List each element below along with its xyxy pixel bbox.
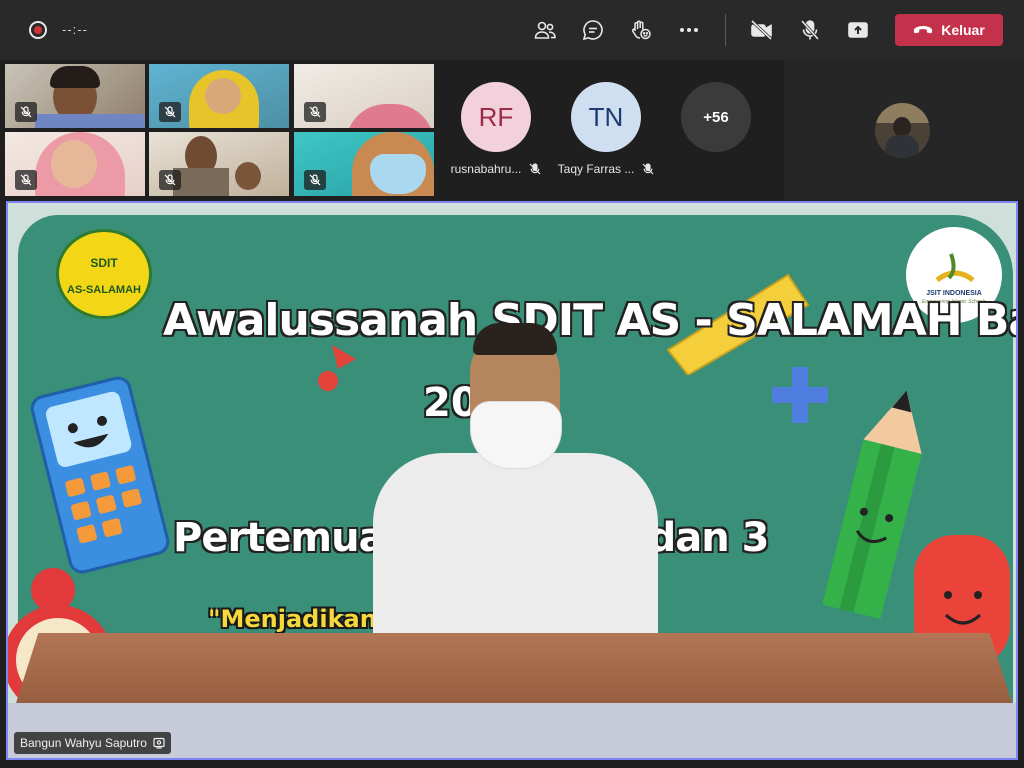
meeting-toolbar: --:-- Keluar — [0, 0, 1024, 60]
more-options-icon[interactable] — [675, 16, 703, 44]
avatar: RF — [461, 82, 531, 152]
chat-icon[interactable] — [579, 16, 607, 44]
participant-video-tile[interactable] — [294, 64, 434, 128]
presenter-hair — [473, 323, 557, 355]
muted-mic-icon — [304, 102, 326, 122]
participant-avatar-tile[interactable]: TN Taqy Farras ... — [551, 82, 661, 176]
participant-name: rusnabahru... — [450, 162, 522, 176]
calculator-doodle-icon — [30, 376, 170, 574]
presenting-icon — [153, 737, 165, 749]
self-view-panel — [784, 60, 1024, 200]
camera-off-icon[interactable] — [748, 16, 776, 44]
participant-video-tile[interactable] — [5, 132, 145, 196]
participants-icon[interactable] — [531, 16, 559, 44]
jsit-emblem-icon — [935, 253, 975, 283]
presenter-name-tag: Bangun Wahyu Saputro — [14, 732, 171, 754]
muted-mic-icon — [159, 170, 181, 190]
main-video-stage[interactable]: SDIT AS-SALAMAH JSIT INDONESIA Empowerin… — [6, 201, 1018, 760]
participant-video-tile[interactable] — [294, 132, 434, 196]
share-tray-icon[interactable] — [844, 16, 872, 44]
presenter-name: Bangun Wahyu Saputro — [20, 736, 147, 750]
leave-button[interactable]: Keluar — [895, 14, 1003, 46]
muted-mic-icon — [15, 170, 37, 190]
school-logo-left: SDIT AS-SALAMAH — [56, 229, 152, 319]
presenter-face-mask — [470, 401, 562, 469]
logo-left-top-text: SDIT — [90, 256, 118, 270]
muted-mic-icon — [304, 170, 326, 190]
avatar: TN — [571, 82, 641, 152]
muted-mic-icon — [159, 102, 181, 122]
logo-left-bottom-text: AS-SALAMAH — [67, 284, 141, 296]
leave-button-label: Keluar — [941, 22, 985, 38]
phone-hangup-icon — [914, 26, 933, 34]
participant-video-tile[interactable] — [5, 64, 145, 128]
raise-hand-icon[interactable] — [627, 16, 655, 44]
red-shape-doodle-icon — [318, 345, 356, 391]
more-participants-button[interactable]: +56 — [661, 82, 771, 152]
more-participants-count: +56 — [681, 82, 751, 152]
muted-mic-icon — [642, 163, 654, 175]
participant-video-tile[interactable] — [149, 132, 289, 196]
participant-name: Taqy Farras ... — [557, 162, 635, 176]
participant-video-tile[interactable] — [149, 64, 289, 128]
slide-title: Awalussanah SDIT AS - SALAMAH Baturetno — [163, 295, 1016, 346]
mic-off-icon[interactable] — [796, 16, 824, 44]
meeting-timer: --:-- — [62, 22, 88, 37]
participant-gallery: RF rusnabahru... TN Taqy Farras ... +56 — [0, 60, 1024, 200]
muted-mic-icon — [529, 163, 541, 175]
toolbar-divider — [725, 14, 726, 46]
recording-indicator-icon — [29, 21, 47, 39]
participant-avatar-tile[interactable]: RF rusnabahru... — [441, 82, 551, 176]
muted-mic-icon — [15, 102, 37, 122]
self-avatar[interactable] — [875, 103, 930, 158]
